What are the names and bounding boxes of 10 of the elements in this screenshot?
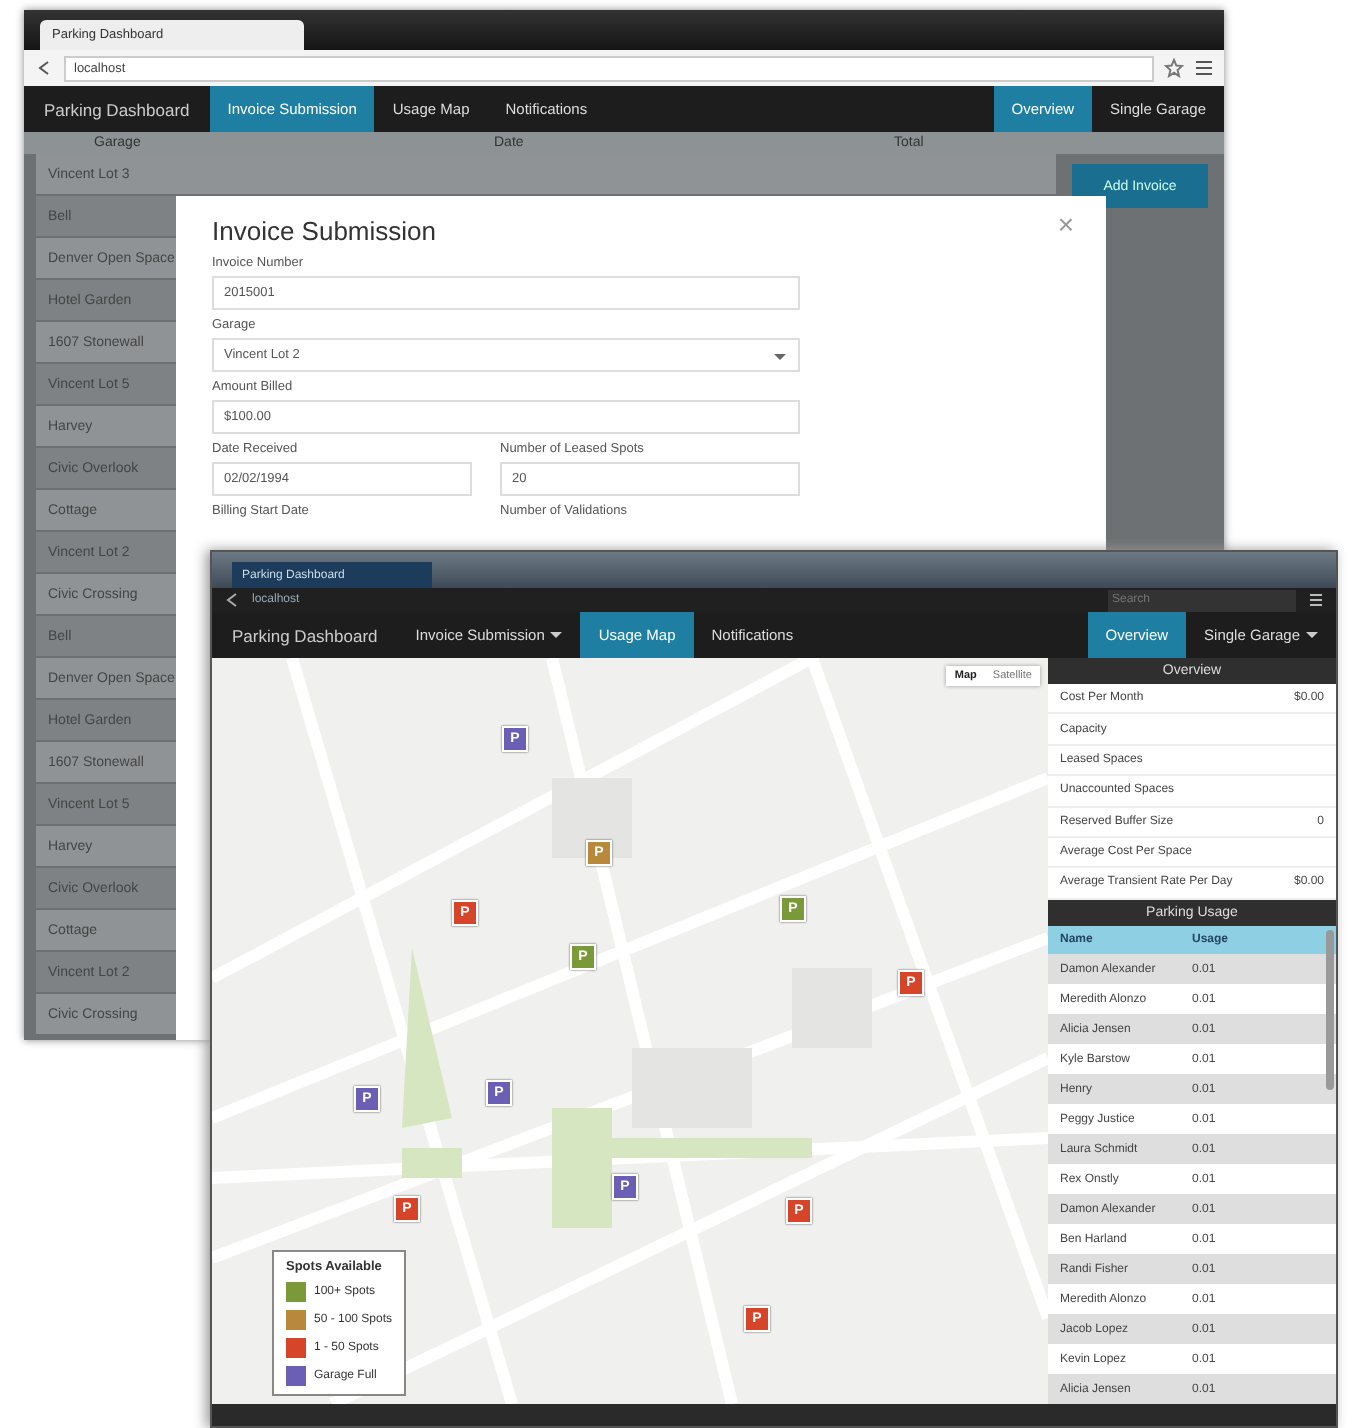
back-icon[interactable] xyxy=(224,592,240,608)
scrollbar[interactable] xyxy=(1326,930,1334,1090)
star-icon[interactable] xyxy=(1164,58,1184,78)
dialog-title: Invoice Submission xyxy=(212,216,436,246)
app-title: Parking Dashboard xyxy=(230,623,380,650)
back-icon[interactable] xyxy=(34,58,54,78)
menu-icon[interactable] xyxy=(1308,592,1324,608)
app-title: Parking Dashboard xyxy=(42,97,192,124)
close-button[interactable]: × xyxy=(1045,206,1086,242)
menu-icon[interactable] xyxy=(1194,58,1214,78)
